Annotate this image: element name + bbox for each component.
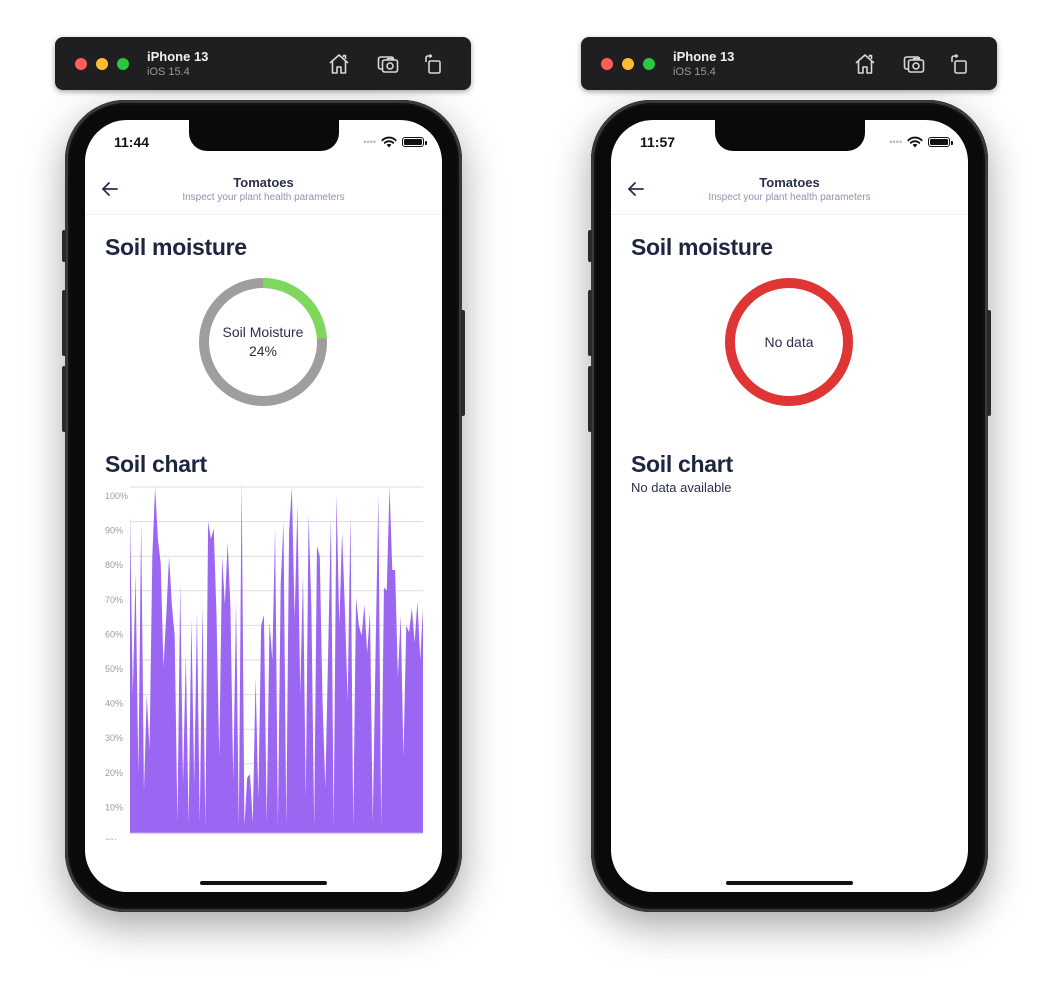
page-title: Tomatoes bbox=[233, 175, 294, 190]
y-tick-label: 30% bbox=[105, 733, 123, 743]
volume-down-button bbox=[588, 366, 592, 432]
volume-down-button bbox=[62, 366, 66, 432]
battery-icon bbox=[928, 137, 953, 147]
home-icon[interactable] bbox=[327, 52, 351, 76]
chart-empty-message: No data available bbox=[631, 480, 732, 495]
page-title: Tomatoes bbox=[759, 175, 820, 190]
gauge-no-data-label: No data bbox=[764, 333, 814, 350]
status-time: 11:57 bbox=[640, 134, 676, 150]
y-tick-label: 60% bbox=[105, 629, 123, 639]
page-subtitle: Inspect your plant health parameters bbox=[182, 192, 345, 203]
y-tick-label: 0% bbox=[105, 837, 118, 840]
gauge-value: 24% bbox=[248, 343, 278, 359]
notch bbox=[189, 120, 339, 151]
home-indicator[interactable] bbox=[726, 881, 853, 885]
screenshot-icon[interactable] bbox=[902, 52, 926, 76]
y-tick-label: 50% bbox=[105, 664, 123, 674]
device-name: iPhone 13 bbox=[147, 49, 209, 64]
minimize-window-button[interactable] bbox=[96, 58, 108, 70]
y-tick-label: 10% bbox=[105, 802, 123, 812]
status-icons: •••• bbox=[363, 136, 427, 148]
notch bbox=[715, 120, 865, 151]
status-time: 11:44 bbox=[114, 134, 150, 150]
window-controls bbox=[75, 58, 129, 70]
signal-icon: •••• bbox=[889, 137, 902, 147]
soil-chart-heading: Soil chart bbox=[631, 451, 733, 477]
soil-moisture-gauge: Soil Moisture 24% bbox=[198, 277, 328, 407]
soil-moisture-area bbox=[130, 480, 423, 833]
nav-header: Tomatoes Inspect your plant health param… bbox=[611, 172, 968, 215]
nav-header: Tomatoes Inspect your plant health param… bbox=[85, 172, 442, 215]
home-icon[interactable] bbox=[853, 52, 877, 76]
mute-switch bbox=[588, 230, 592, 262]
soil-moisture-heading: Soil moisture bbox=[631, 234, 773, 260]
rotate-icon[interactable] bbox=[421, 52, 445, 76]
status-icons: •••• bbox=[889, 136, 953, 148]
soil-chart-svg: 0% 10% 20% 30% 40% 50% 60% 70% 80% 90% 100% bbox=[105, 480, 424, 840]
minimize-window-button[interactable] bbox=[622, 58, 634, 70]
gauge-label: Soil Moisture bbox=[222, 324, 304, 340]
volume-up-button bbox=[588, 290, 592, 356]
wifi-icon bbox=[907, 136, 923, 148]
rotate-icon[interactable] bbox=[947, 52, 971, 76]
device-name: iPhone 13 bbox=[673, 49, 735, 64]
os-version: iOS 15.4 bbox=[673, 66, 716, 78]
os-version: iOS 15.4 bbox=[147, 66, 190, 78]
page-subtitle: Inspect your plant health parameters bbox=[708, 192, 871, 203]
phone-frame: 11:44 •••• Tomatoes Inspect your plant h… bbox=[62, 100, 465, 912]
simulator-right: iPhone 13 iOS 15.4 11:57 •••• Tomatoes I… bbox=[571, 0, 1041, 987]
y-tick-label: 80% bbox=[105, 560, 123, 570]
y-tick-label: 70% bbox=[105, 595, 123, 605]
close-window-button[interactable] bbox=[75, 58, 87, 70]
zoom-window-button[interactable] bbox=[117, 58, 129, 70]
phone-screen: 11:44 •••• Tomatoes Inspect your plant h… bbox=[85, 120, 442, 892]
window-controls bbox=[601, 58, 655, 70]
close-window-button[interactable] bbox=[601, 58, 613, 70]
simulator-left: iPhone 13 iOS 15.4 11:44 •••• Tomatoes I… bbox=[45, 0, 515, 987]
simulator-toolbar: iPhone 13 iOS 15.4 bbox=[55, 37, 471, 90]
power-button bbox=[987, 310, 991, 416]
y-tick-label: 40% bbox=[105, 699, 123, 709]
zoom-window-button[interactable] bbox=[643, 58, 655, 70]
soil-moisture-gauge-empty: No data bbox=[724, 277, 854, 407]
simulator-toolbar: iPhone 13 iOS 15.4 bbox=[581, 37, 997, 90]
wifi-icon bbox=[381, 136, 397, 148]
soil-moisture-heading: Soil moisture bbox=[105, 234, 247, 260]
screenshot-icon[interactable] bbox=[376, 52, 400, 76]
battery-icon bbox=[402, 137, 427, 147]
phone-frame: 11:57 •••• Tomatoes Inspect your plant h… bbox=[588, 100, 991, 912]
y-tick-label: 20% bbox=[105, 768, 123, 778]
signal-icon: •••• bbox=[363, 137, 376, 147]
phone-screen: 11:57 •••• Tomatoes Inspect your plant h… bbox=[611, 120, 968, 892]
y-tick-label: 100% bbox=[105, 491, 128, 501]
volume-up-button bbox=[62, 290, 66, 356]
soil-chart-heading: Soil chart bbox=[105, 451, 207, 477]
power-button bbox=[461, 310, 465, 416]
soil-chart: 0% 10% 20% 30% 40% 50% 60% 70% 80% 90% 100% bbox=[85, 480, 442, 840]
y-tick-label: 90% bbox=[105, 526, 123, 536]
home-indicator[interactable] bbox=[200, 881, 327, 885]
mute-switch bbox=[62, 230, 66, 262]
